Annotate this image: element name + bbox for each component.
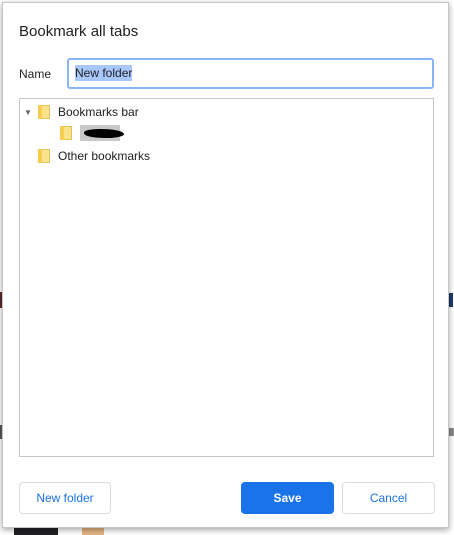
save-button[interactable]: Save [241,482,334,514]
redacted-label [80,125,124,141]
background-fragment [14,528,58,535]
tree-item-other-bookmarks[interactable]: Other bookmarks [38,146,150,166]
folder-icon [60,126,72,140]
tree-item-label: Bookmarks bar [58,105,139,119]
folder-icon [38,105,50,119]
tree-item-bookmarks-bar[interactable]: ▼ Bookmarks bar [22,102,139,122]
name-input-value: New folder [75,65,133,81]
cancel-button[interactable]: Cancel [342,482,435,514]
tree-item-label: Other bookmarks [58,149,151,163]
folder-icon [38,149,50,163]
new-folder-button[interactable]: New folder [19,482,111,514]
expand-triangle-icon[interactable]: ▼ [22,108,34,117]
name-input[interactable]: New folder [67,58,434,89]
dialog-title: Bookmark all tabs [19,23,139,40]
name-label: Name [19,67,52,81]
tree-item-redacted-folder[interactable] [60,123,124,143]
bookmark-all-tabs-dialog: Bookmark all tabs Name New folder ▼ Book… [2,2,449,528]
folder-tree[interactable]: ▼ Bookmarks bar Other bookmarks [19,98,434,457]
